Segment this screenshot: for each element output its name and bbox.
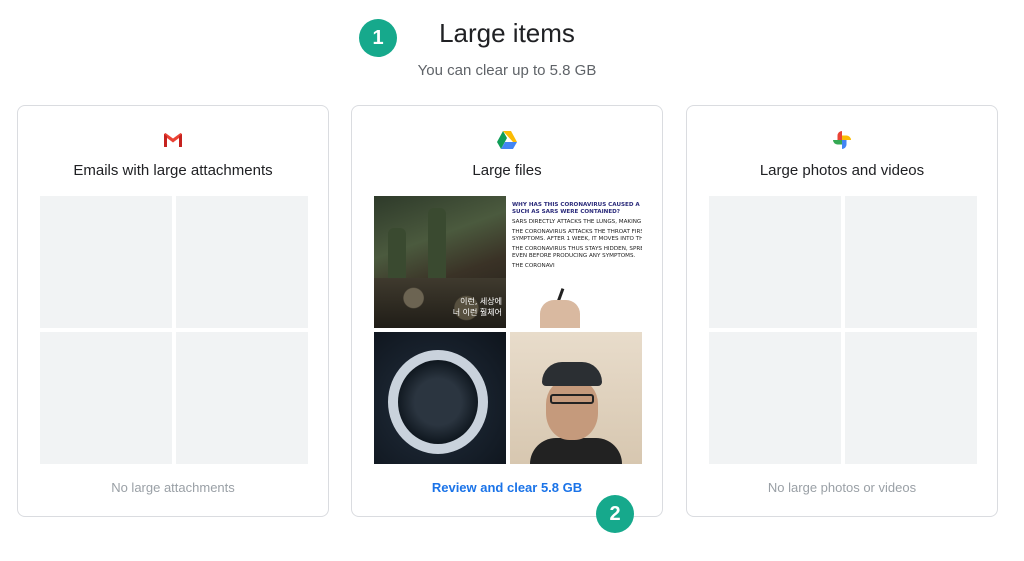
empty-thumbnail [40,332,172,464]
doc-line: SUCH AS SARS WERE CONTAINED? [512,209,621,215]
hand-shape [540,300,580,328]
video-thumbnail-person[interactable] [510,332,642,464]
video-subtitle: 이런, 세상에 너 이런 훨체어 [453,296,502,318]
doc-line: THE CORONAVIRUS THUS STAYS HIDDEN, SPREA… [512,246,642,252]
cap-shape [542,362,602,386]
google-drive-icon [497,131,517,149]
doc-line: SYMPTOMS. AFTER 1 WEEK, IT MOVES INTO TH… [512,236,642,242]
page-header: Large items You can clear up to 5.8 GB [0,0,1024,100]
tree-shape [428,208,446,288]
doc-line: THE CORONAVI [512,263,555,269]
subtitle-line-1: 이런, 세상에 [460,297,502,306]
empty-thumbnail [176,196,308,328]
large-photos-videos-card: Large photos and videos No large photos … [686,105,998,517]
empty-thumbnail [845,196,977,328]
review-and-clear-link[interactable]: Review and clear 5.8 GB [352,480,662,495]
card-footer-status: No large attachments [111,480,235,495]
doc-line: SARS DIRECTLY ATTACKS THE LUNGS, MAKING … [512,219,642,225]
video-thumbnail-forest[interactable]: 이런, 세상에 너 이런 훨체어 [374,196,506,328]
video-thumbnail-whiteboard[interactable]: WHY HAS THIS CORONAVIRUS CAUSED A PANE S… [510,196,642,328]
thumbnail-grid: 이런, 세상에 너 이런 훨체어 WHY HAS THIS CORONAVIRU… [374,196,642,464]
thumbnail-grid [40,196,308,464]
empty-thumbnail [40,196,172,328]
emails-large-attachments-card: Emails with large attachments No large a… [17,105,329,517]
google-photos-icon [833,131,851,149]
large-files-card: Large files 이런, 세상에 너 이런 훨체어 WHY HAS THI… [351,105,663,517]
empty-thumbnail [176,332,308,464]
gmail-icon [164,133,182,147]
empty-thumbnail [709,332,841,464]
doc-line: WHY HAS THIS CORONAVIRUS CAUSED A PANE [512,202,642,208]
page-subtitle: You can clear up to 5.8 GB [417,62,597,79]
card-title: Large photos and videos [759,162,925,179]
shirt-shape [530,438,622,464]
step-badge-1: 1 [359,19,397,57]
thumbnail-grid [709,196,977,464]
empty-thumbnail [845,332,977,464]
helmet-shape [388,350,488,454]
page-title: Large items [439,18,575,48]
subtitle-line-2: 너 이런 훨체어 [452,308,502,317]
card-title: Large files [472,162,542,179]
card-footer-status: No large photos or videos [767,480,917,495]
doc-line: EVEN BEFORE PRODUCING ANY SYMPTOMS. [512,253,636,259]
video-thumbnail-astronaut[interactable] [374,332,506,464]
glasses-shape [550,394,594,404]
face-shape [546,380,598,440]
doc-line: THE CORONAVIRUS ATTACKS THE THROAT FIRST… [512,229,642,235]
step-badge-2: 2 [596,495,634,533]
empty-thumbnail [709,196,841,328]
card-title: Emails with large attachments [73,162,273,179]
